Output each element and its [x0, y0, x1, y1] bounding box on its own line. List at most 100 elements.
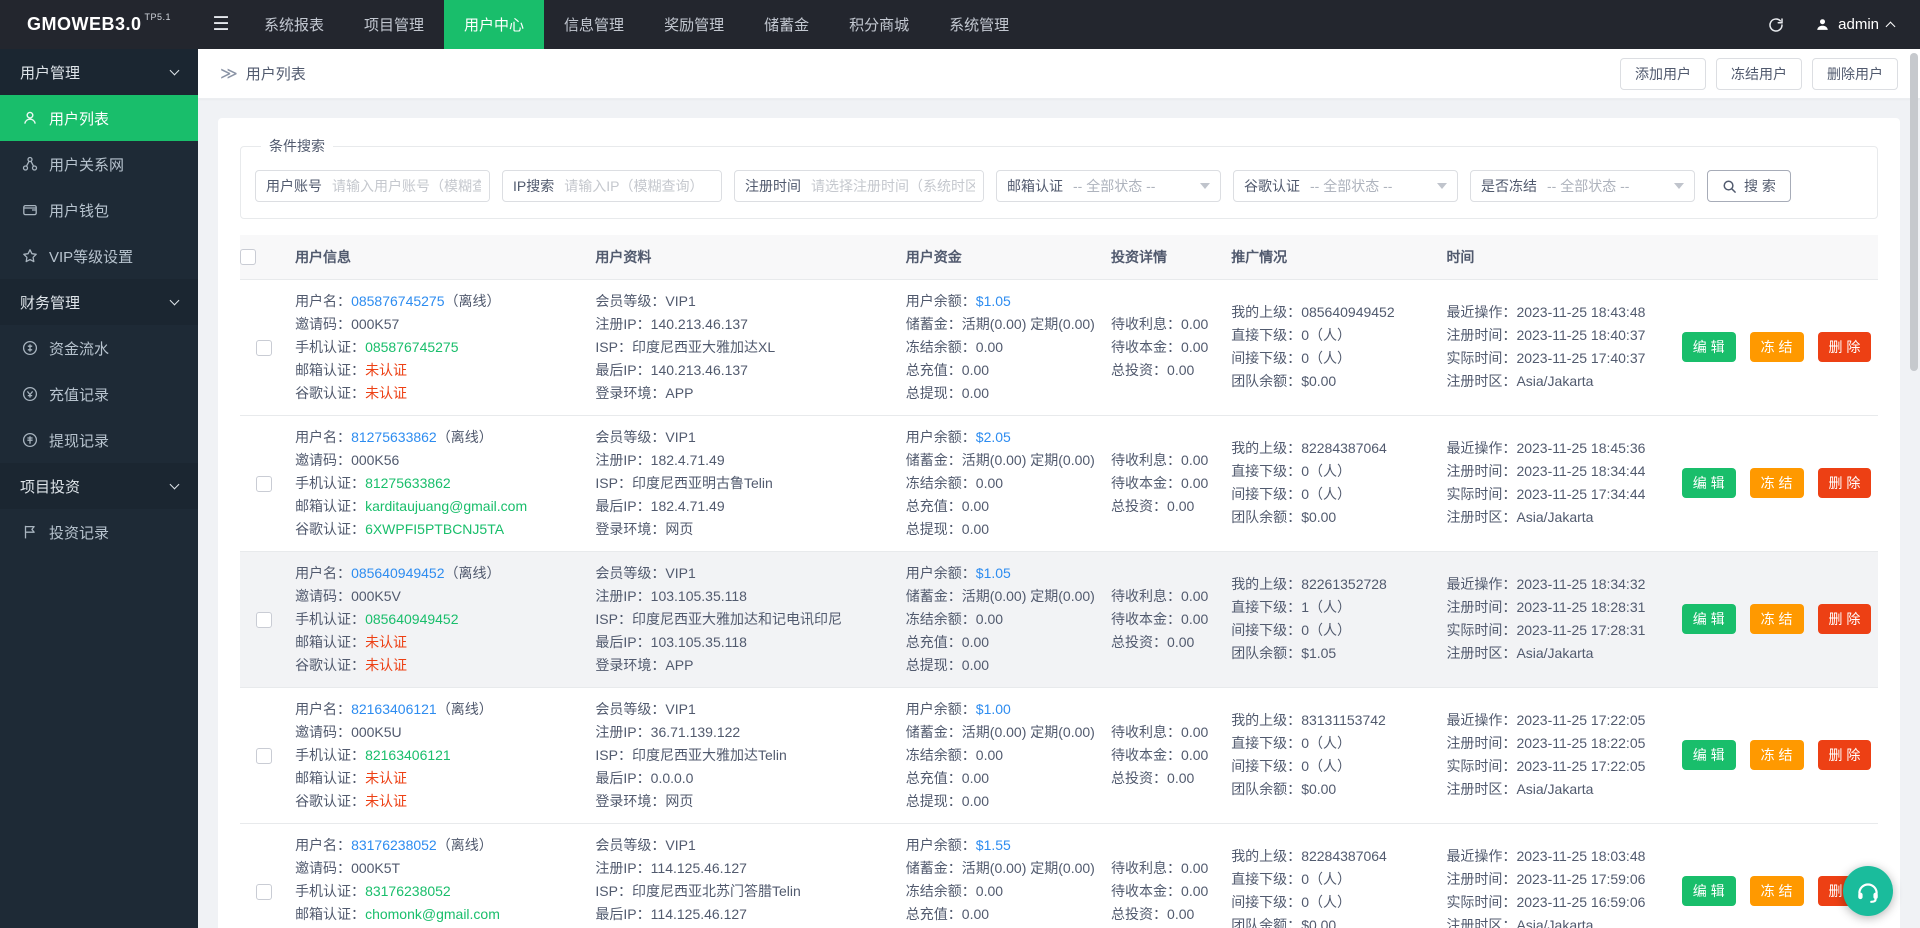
field-label: 用户余额：	[906, 701, 976, 717]
field-label: 登录环境：	[595, 521, 665, 537]
field-label: 最近操作：	[1446, 576, 1516, 592]
search-button[interactable]: 搜 索	[1707, 170, 1791, 202]
field-label: 总提现：	[906, 521, 962, 537]
select-all-checkbox[interactable]	[240, 249, 256, 265]
sidebar-item-user-network[interactable]: 用户关系网	[0, 141, 198, 187]
total-withdraw: 0.00	[962, 657, 989, 673]
refresh-icon[interactable]	[1767, 16, 1785, 34]
nav-item-system-management[interactable]: 系统管理	[929, 0, 1029, 49]
nav-item-info-management[interactable]: 信息管理	[544, 0, 644, 49]
frozen-balance: 0.00	[976, 883, 1003, 899]
sidebar-item-withdraw-records[interactable]: 提现记录	[0, 417, 198, 463]
username-link[interactable]: 82163406121	[351, 701, 437, 717]
freeze-button[interactable]: 冻 结	[1750, 604, 1804, 634]
username-link[interactable]: 085640949452	[351, 565, 444, 581]
user-menu[interactable]: admin	[1815, 16, 1894, 33]
field-label: 手机认证：	[295, 611, 365, 627]
email-cert-select[interactable]: 邮箱认证 -- 全部状态 --	[996, 170, 1221, 202]
vertical-scrollbar[interactable]	[1910, 49, 1918, 928]
sidebar-item-user-list[interactable]: 用户列表	[0, 95, 198, 141]
edit-button[interactable]: 编 辑	[1682, 604, 1736, 634]
freeze-status-select[interactable]: 是否冻结 -- 全部状态 --	[1470, 170, 1695, 202]
sidebar-item-vip-settings[interactable]: VIP等级设置	[0, 233, 198, 279]
row-checkbox[interactable]	[256, 884, 272, 900]
sidebar-group-finance[interactable]: 财务管理	[0, 279, 198, 325]
field-label: 会员等级：	[595, 701, 665, 717]
account-input[interactable]	[332, 171, 489, 201]
freeze-button[interactable]: 冻 结	[1750, 468, 1804, 498]
row-checkbox[interactable]	[256, 612, 272, 628]
row-checkbox[interactable]	[256, 476, 272, 492]
sidebar-item-invest-records[interactable]: 投资记录	[0, 509, 198, 555]
field-label: 总投资：	[1111, 498, 1167, 514]
sidebar-item-recharge-records[interactable]: 充值记录	[0, 371, 198, 417]
field-label: 邀请码：	[295, 316, 351, 332]
chevron-down-icon	[170, 66, 180, 76]
customer-service-button[interactable]	[1843, 866, 1893, 916]
email-cert: karditaujuang@gmail.com	[365, 498, 527, 514]
delete-button[interactable]: 删 除	[1818, 740, 1872, 770]
delete-user-button[interactable]: 删除用户	[1812, 58, 1898, 90]
balance-link[interactable]: $1.05	[976, 293, 1011, 309]
search-icon	[1722, 179, 1737, 194]
add-user-button[interactable]: 添加用户	[1620, 58, 1706, 90]
row-checkbox[interactable]	[256, 748, 272, 764]
direct-subordinates: 1（人）	[1301, 599, 1351, 615]
field-label: 间接下级：	[1231, 486, 1301, 502]
edit-button[interactable]: 编 辑	[1682, 332, 1736, 362]
balance-link[interactable]: $1.05	[976, 565, 1011, 581]
field-label: 注册时区：	[1446, 781, 1516, 797]
delete-button[interactable]: 删 除	[1818, 604, 1872, 634]
delete-button[interactable]: 删 除	[1818, 332, 1872, 362]
ip-search-input[interactable]	[564, 171, 721, 201]
nav-item-system-reports[interactable]: 系统报表	[244, 0, 344, 49]
online-status: （离线）	[445, 293, 501, 309]
field-label: 手机认证：	[295, 883, 365, 899]
isp: 印度尼西亚明古鲁Telin	[632, 475, 773, 491]
sidebar-item-fund-flow[interactable]: 资金流水	[0, 325, 198, 371]
freeze-user-button[interactable]: 冻结用户	[1716, 58, 1802, 90]
pending-interest: 0.00	[1181, 860, 1208, 876]
delete-button[interactable]: 删 除	[1818, 468, 1872, 498]
sidebar-group-investment[interactable]: 项目投资	[0, 463, 198, 509]
field-label: 我的上级：	[1231, 440, 1301, 456]
freeze-button[interactable]: 冻 结	[1750, 332, 1804, 362]
app-logo: GMOWEB3.0 TP5.1	[0, 0, 198, 49]
username-link[interactable]: 83176238052	[351, 837, 437, 853]
balance-link[interactable]: $1.55	[976, 837, 1011, 853]
freeze-button[interactable]: 冻 结	[1750, 740, 1804, 770]
balance-link[interactable]: $1.00	[976, 701, 1011, 717]
register-time-input[interactable]	[811, 171, 983, 201]
nav-item-savings[interactable]: 储蓄金	[744, 0, 829, 49]
google-cert: 未认证	[365, 657, 407, 673]
nav-item-user-center[interactable]: 用户中心	[444, 0, 544, 49]
user-funds-cell: 用户余额：$1.00 储蓄金：活期(0.00) 定期(0.00) 冻结余额：0.…	[906, 687, 1111, 823]
field-label: 会员等级：	[595, 429, 665, 445]
field-label: 用户余额：	[906, 837, 976, 853]
nav-item-project-management[interactable]: 项目管理	[344, 0, 444, 49]
register-timezone: Asia/Jakarta	[1516, 373, 1593, 389]
nav-item-points-mall[interactable]: 积分商城	[829, 0, 929, 49]
username-link[interactable]: 81275633862	[351, 429, 437, 445]
sidebar-toggle-icon[interactable]: ☰	[198, 0, 244, 49]
field-label: ISP：	[595, 611, 632, 627]
field-label: 实际时间：	[1446, 758, 1516, 774]
promotion-cell: 我的上级：82284387064 直接下级：0（人） 间接下级：0（人） 团队余…	[1231, 823, 1446, 928]
scrollbar-thumb[interactable]	[1910, 53, 1918, 371]
edit-button[interactable]: 编 辑	[1682, 876, 1736, 906]
field-label: 登录环境：	[595, 385, 665, 401]
header-user-funds: 用户资金	[906, 235, 1111, 279]
sidebar-group-user-management[interactable]: 用户管理	[0, 49, 198, 95]
google-cert-select[interactable]: 谷歌认证 -- 全部状态 --	[1233, 170, 1458, 202]
edit-button[interactable]: 编 辑	[1682, 468, 1736, 498]
freeze-button[interactable]: 冻 结	[1750, 876, 1804, 906]
username-link[interactable]: 085876745275	[351, 293, 444, 309]
row-checkbox[interactable]	[256, 340, 272, 356]
edit-button[interactable]: 编 辑	[1682, 740, 1736, 770]
sidebar-item-user-wallet[interactable]: 用户钱包	[0, 187, 198, 233]
google-cert: 未认证	[365, 793, 407, 809]
nav-item-reward-management[interactable]: 奖励管理	[644, 0, 744, 49]
total-withdraw: 0.00	[962, 793, 989, 809]
balance-link[interactable]: $2.05	[976, 429, 1011, 445]
search-panel: 条件搜索 用户账号 IP搜索 注册时间	[240, 136, 1878, 219]
